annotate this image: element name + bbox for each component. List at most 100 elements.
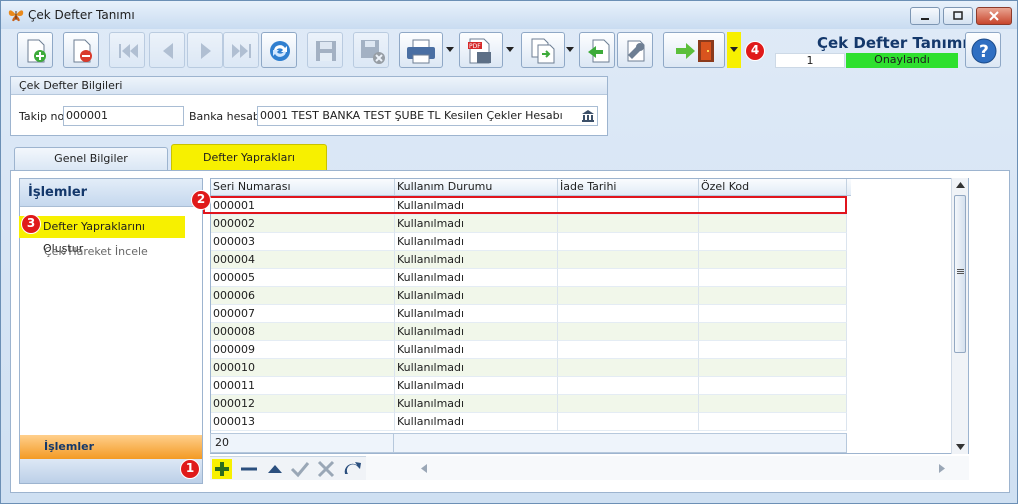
print-dropdown-arrow[interactable] [443,32,457,68]
maximize-button[interactable] [943,7,973,25]
table-row[interactable]: 000012 Kullanılmadı [211,395,847,413]
table-cell[interactable] [699,251,847,269]
table-cell[interactable]: 000001 [211,197,395,215]
remove-row-button[interactable] [239,459,259,479]
copy-dropdown-arrow[interactable] [563,32,577,68]
table-cell[interactable]: Kullanılmadı [395,413,558,431]
save-button[interactable] [307,32,343,68]
table-cell[interactable] [558,251,699,269]
scroll-left-icon[interactable] [421,464,427,473]
table-cell[interactable]: 000008 [211,323,395,341]
table-cell[interactable] [699,269,847,287]
grid-vertical-scrollbar[interactable] [951,178,968,454]
table-row[interactable]: 000006 Kullanılmadı [211,287,847,305]
table-cell[interactable] [558,269,699,287]
column-kullanim-durumu[interactable]: Kullanım Durumu [395,179,558,195]
table-cell[interactable]: Kullanılmadı [395,269,558,287]
table-cell[interactable]: Kullanılmadı [395,323,558,341]
table-cell[interactable]: 000013 [211,413,395,431]
table-cell[interactable]: Kullanılmadı [395,287,558,305]
table-row[interactable]: 000008 Kullanılmadı [211,323,847,341]
help-button[interactable]: ? [965,32,1001,68]
table-row[interactable]: 000013 Kullanılmadı [211,413,847,431]
table-cell[interactable] [699,359,847,377]
column-iade-tarihi[interactable]: İade Tarihi [558,179,699,195]
last-record-button[interactable] [223,32,259,68]
table-cell[interactable] [558,395,699,413]
table-cell[interactable]: 000007 [211,305,395,323]
table-cell[interactable] [699,413,847,431]
table-cell[interactable]: Kullanılmadı [395,305,558,323]
first-record-button[interactable] [109,32,145,68]
column-seri-numarasi[interactable]: Seri Numarası [211,179,395,195]
table-cell[interactable]: 000009 [211,341,395,359]
table-row[interactable]: 000005 Kullanılmadı [211,269,847,287]
print-button[interactable] [399,32,443,68]
sidebar-item-defter-yapraklarini-olustur[interactable]: Defter Yapraklarını Oluştur [19,216,185,255]
column-ozel-kod[interactable]: Özel Kod [699,179,847,195]
table-cell[interactable]: Kullanılmadı [395,377,558,395]
table-cell[interactable] [699,197,847,215]
table-cell[interactable]: 000002 [211,215,395,233]
table-cell[interactable] [558,287,699,305]
tab-genel-bilgiler[interactable]: Genel Bilgiler [14,147,168,171]
table-cell[interactable]: 000011 [211,377,395,395]
sidebar-item-cek-hareket-incele[interactable]: Çek Hareket İncele [20,241,202,263]
minimize-button[interactable] [910,7,940,25]
table-cell[interactable]: 000012 [211,395,395,413]
previous-record-button[interactable] [149,32,185,68]
table-cell[interactable]: 000004 [211,251,395,269]
table-cell[interactable] [558,323,699,341]
table-row[interactable]: 000004 Kullanılmadı [211,251,847,269]
table-cell[interactable] [558,341,699,359]
scroll-right-icon[interactable] [939,464,945,473]
table-cell[interactable]: 000005 [211,269,395,287]
confirm-button[interactable] [290,459,310,479]
table-cell[interactable] [558,305,699,323]
scroll-thumb[interactable] [954,195,966,353]
table-cell[interactable] [699,287,847,305]
new-document-button[interactable] [17,32,53,68]
pdf-dropdown-arrow[interactable] [503,32,517,68]
table-cell[interactable] [699,341,847,359]
copy-button[interactable] [521,32,565,68]
table-row[interactable]: 000011 Kullanılmadı [211,377,847,395]
table-row[interactable]: 000003 Kullanılmadı [211,233,847,251]
next-record-button[interactable] [187,32,223,68]
add-row-button[interactable] [212,459,232,479]
table-cell[interactable]: Kullanılmadı [395,215,558,233]
table-cell[interactable]: Kullanılmadı [395,341,558,359]
tab-defter-yapraklari[interactable]: Defter Yaprakları [171,144,327,171]
table-row[interactable]: 000010 Kullanılmadı [211,359,847,377]
delete-document-button[interactable] [63,32,99,68]
table-cell[interactable] [699,233,847,251]
table-cell[interactable] [699,305,847,323]
transfer-button[interactable] [663,32,725,68]
table-row[interactable]: 000001 Kullanılmadı [211,197,847,215]
grid-horizontal-scrollbar[interactable] [366,456,969,480]
table-row[interactable]: 000007 Kullanılmadı [211,305,847,323]
refresh-button[interactable] [261,32,297,68]
table-cell[interactable] [699,395,847,413]
table-cell[interactable] [558,197,699,215]
table-cell[interactable] [558,215,699,233]
table-cell[interactable]: Kullanılmadı [395,251,558,269]
table-cell[interactable] [699,323,847,341]
table-cell[interactable] [558,233,699,251]
table-cell[interactable] [558,413,699,431]
table-cell[interactable]: 000010 [211,359,395,377]
cancel-button[interactable] [316,459,336,479]
save-and-close-button[interactable] [353,32,389,68]
table-cell[interactable]: 000003 [211,233,395,251]
import-button[interactable] [579,32,615,68]
takip-no-field[interactable]: 000001 [63,106,184,126]
move-up-button[interactable] [265,459,285,479]
bank-icon[interactable] [581,109,595,123]
table-cell[interactable]: 000006 [211,287,395,305]
transfer-dropdown-arrow[interactable] [727,32,741,68]
table-row[interactable]: 000002 Kullanılmadı [211,215,847,233]
close-button[interactable] [976,7,1012,25]
tools-button[interactable] [617,32,653,68]
banka-hesabi-field[interactable]: 0001 TEST BANKA TEST ŞUBE TL Kesilen Çek… [257,106,598,126]
table-cell[interactable] [699,215,847,233]
